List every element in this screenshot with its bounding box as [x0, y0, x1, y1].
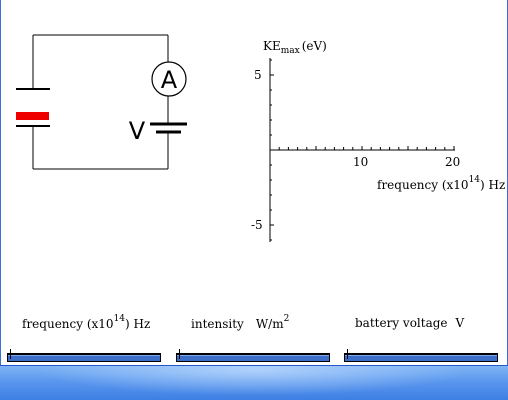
y-axis-label-sub: max: [281, 46, 300, 56]
x-tick-label-10: 10: [353, 155, 368, 169]
intensity-control-label: intensity W/m2: [191, 314, 290, 331]
intensity-slider-thumb[interactable]: [179, 349, 180, 359]
y-tick-label-neg5: -5: [251, 218, 263, 232]
voltage-label-unit: V: [455, 316, 465, 330]
frequency-label-unit: ) Hz: [125, 317, 151, 331]
intensity-slider[interactable]: [176, 349, 330, 362]
x-axis-label-exp: 14: [469, 175, 481, 185]
voltage-control-label: battery voltage V: [355, 316, 464, 330]
x-axis-label: frequency (x1014) Hz: [377, 175, 505, 192]
voltage-label-text: battery voltage: [355, 316, 448, 330]
voltage-slider[interactable]: [344, 349, 498, 362]
ke-frequency-graph: KEmax (eV) 5 -5 10 20 frequency (x1014) H…: [251, 39, 505, 242]
y-axis-label-main: KE: [263, 39, 281, 53]
axis-ticks: [270, 59, 455, 241]
simulation-panel: A V KEmax (eV) 5 -5 10 20 frequency (x101…: [0, 0, 508, 400]
y-axis-label-unit: (eV): [302, 39, 327, 53]
voltage-slider-thumb[interactable]: [347, 349, 348, 359]
frequency-slider[interactable]: [7, 349, 161, 362]
frequency-control-label: frequency (x1014) Hz: [22, 314, 151, 331]
frequency-label-exp: 14: [113, 314, 126, 324]
x-tick-label-20: 20: [445, 155, 460, 169]
x-axis-label-unit: ) Hz: [480, 178, 505, 192]
intensity-label-text: intensity: [191, 317, 244, 331]
y-tick-label-5: 5: [254, 68, 262, 82]
intensity-label-unit: W/m: [255, 317, 284, 331]
intensity-label-exp: 2: [283, 314, 290, 324]
window-border-left: [0, 0, 1, 366]
desktop-highlight: [0, 366, 508, 400]
y-axis-label: KEmax (eV): [263, 39, 327, 56]
frequency-label-text: frequency (x10: [22, 317, 114, 331]
x-axis-label-main: frequency (x10: [377, 178, 469, 192]
frequency-slider-thumb[interactable]: [10, 349, 11, 359]
